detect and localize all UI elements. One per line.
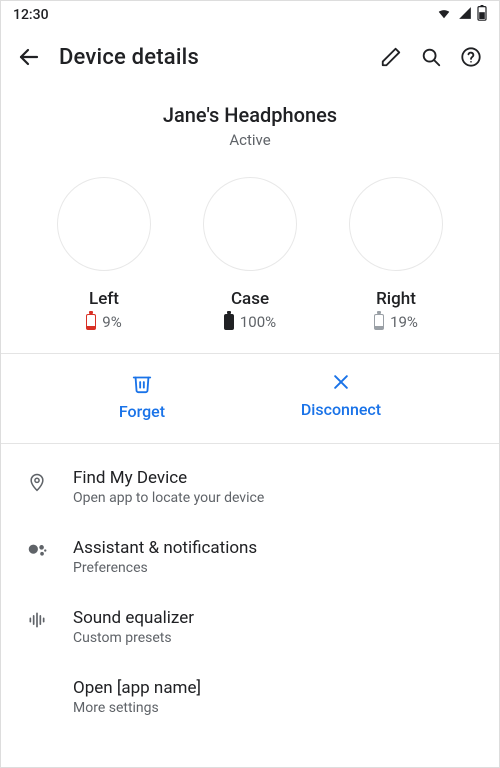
sound-equalizer-item[interactable]: Sound equalizer Custom presets: [1, 592, 499, 662]
list-item-title: Find My Device: [73, 468, 477, 488]
earbud-left-image: [57, 177, 151, 271]
earbud-left: Left 9%: [32, 177, 177, 331]
device-name: Jane's Headphones: [1, 103, 499, 127]
open-companion-app-item[interactable]: Open [app name] More settings: [1, 662, 499, 732]
disconnect-label: Disconnect: [301, 400, 381, 419]
list-item-subtitle: Open app to locate your device: [73, 490, 477, 506]
list-item-title: Sound equalizer: [73, 608, 477, 628]
earbud-case-label: Case: [231, 289, 269, 309]
cell-signal-icon: [457, 6, 473, 24]
find-my-device-item[interactable]: Find My Device Open app to locate your d…: [1, 452, 499, 522]
earbud-case-battery: 100%: [240, 313, 276, 331]
pencil-icon: [380, 46, 402, 68]
earbud-case-image: [203, 177, 297, 271]
search-icon: [420, 46, 442, 68]
earbud-right: Right 19%: [324, 177, 469, 331]
status-icons: [435, 5, 487, 25]
wifi-icon: [435, 6, 453, 24]
battery-low-icon: [86, 314, 96, 330]
forget-label: Forget: [119, 402, 165, 421]
assistant-notifications-item[interactable]: Assistant & notifications Preferences: [1, 522, 499, 592]
status-bar: 12:30: [1, 1, 499, 29]
edit-button[interactable]: [371, 37, 411, 77]
earbud-left-battery: 9%: [102, 313, 121, 331]
page-title: Device details: [59, 45, 371, 70]
close-icon: [331, 372, 351, 392]
back-arrow-icon: [17, 45, 41, 69]
help-button[interactable]: [451, 37, 491, 77]
earbud-right-image: [349, 177, 443, 271]
earbud-right-label: Right: [376, 289, 416, 309]
battery-status-icon: [477, 5, 487, 25]
forget-button[interactable]: Forget: [119, 372, 165, 421]
location-pin-icon: [27, 470, 47, 494]
list-item-subtitle: More settings: [73, 700, 477, 716]
battery-low-icon: [374, 314, 384, 330]
assistant-icon: [26, 540, 48, 562]
list-item-title: Assistant & notifications: [73, 538, 477, 558]
earbud-status-row: Left 9% Case 100% Right 19%: [1, 149, 499, 353]
help-icon: [460, 46, 482, 68]
earbud-case: Case 100%: [178, 177, 323, 331]
trash-icon: [131, 372, 153, 394]
search-button[interactable]: [411, 37, 451, 77]
earbud-right-battery: 19%: [390, 313, 418, 331]
device-actions: Forget Disconnect: [1, 354, 499, 443]
device-state: Active: [1, 131, 499, 149]
app-bar: Device details: [1, 29, 499, 85]
equalizer-icon: [26, 610, 48, 630]
disconnect-button[interactable]: Disconnect: [301, 372, 381, 421]
battery-full-icon: [224, 314, 234, 330]
settings-list: Find My Device Open app to locate your d…: [1, 444, 499, 732]
list-item-subtitle: Custom presets: [73, 630, 477, 646]
list-item-title: Open [app name]: [73, 678, 477, 698]
list-item-subtitle: Preferences: [73, 560, 477, 576]
status-time: 12:30: [13, 7, 49, 23]
device-header: Jane's Headphones Active: [1, 103, 499, 149]
earbud-left-label: Left: [89, 289, 119, 309]
back-button[interactable]: [9, 37, 49, 77]
